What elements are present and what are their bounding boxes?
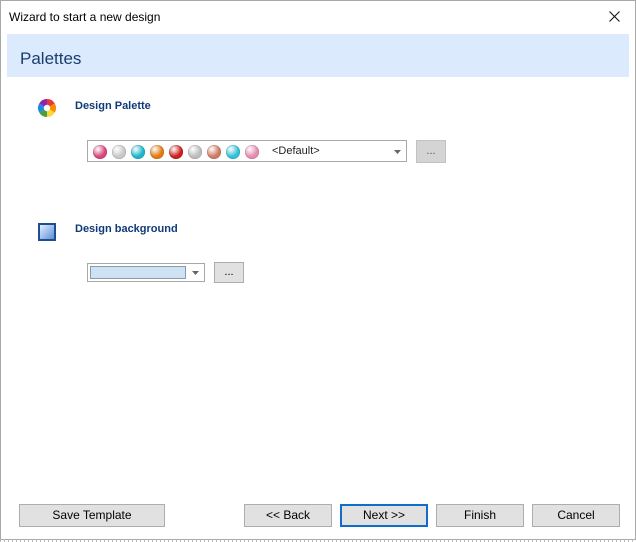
palette-swatches <box>93 144 264 160</box>
window-title: Wizard to start a new design <box>9 10 161 24</box>
palette-swatch <box>169 145 183 159</box>
chevron-down-icon <box>394 150 401 154</box>
next-button[interactable]: Next >> <box>340 504 428 527</box>
save-template-button[interactable]: Save Template <box>19 504 165 527</box>
back-button[interactable]: << Back <box>244 504 332 527</box>
palette-swatch <box>188 145 202 159</box>
palette-swatch <box>93 145 107 159</box>
design-palette-label: Design Palette <box>75 100 151 112</box>
background-square-icon <box>38 223 56 241</box>
palette-swatch <box>245 145 259 159</box>
palette-swatch <box>131 145 145 159</box>
background-color-swatch <box>90 266 186 279</box>
design-background-label: Design background <box>75 223 178 235</box>
close-icon <box>609 11 620 22</box>
color-wheel-icon <box>38 99 56 117</box>
close-button[interactable] <box>595 1 635 31</box>
palette-selected-value: <Default> <box>272 145 320 157</box>
title-bar: Wizard to start a new design <box>1 1 635 31</box>
palette-swatch <box>150 145 164 159</box>
step-banner: Palettes <box>7 34 629 77</box>
palette-browse-button[interactable]: ... <box>416 140 446 163</box>
finish-button[interactable]: Finish <box>436 504 524 527</box>
background-browse-button[interactable]: ... <box>214 262 244 283</box>
palette-swatch <box>226 145 240 159</box>
wizard-window: Wizard to start a new design Palettes De… <box>0 0 636 540</box>
chevron-down-icon <box>192 271 199 275</box>
palette-swatch <box>112 145 126 159</box>
design-palette-dropdown[interactable]: <Default> <box>87 140 407 162</box>
palette-swatch <box>207 145 221 159</box>
cancel-button[interactable]: Cancel <box>532 504 620 527</box>
step-title: Palettes <box>20 49 82 68</box>
design-background-dropdown[interactable] <box>87 263 205 282</box>
